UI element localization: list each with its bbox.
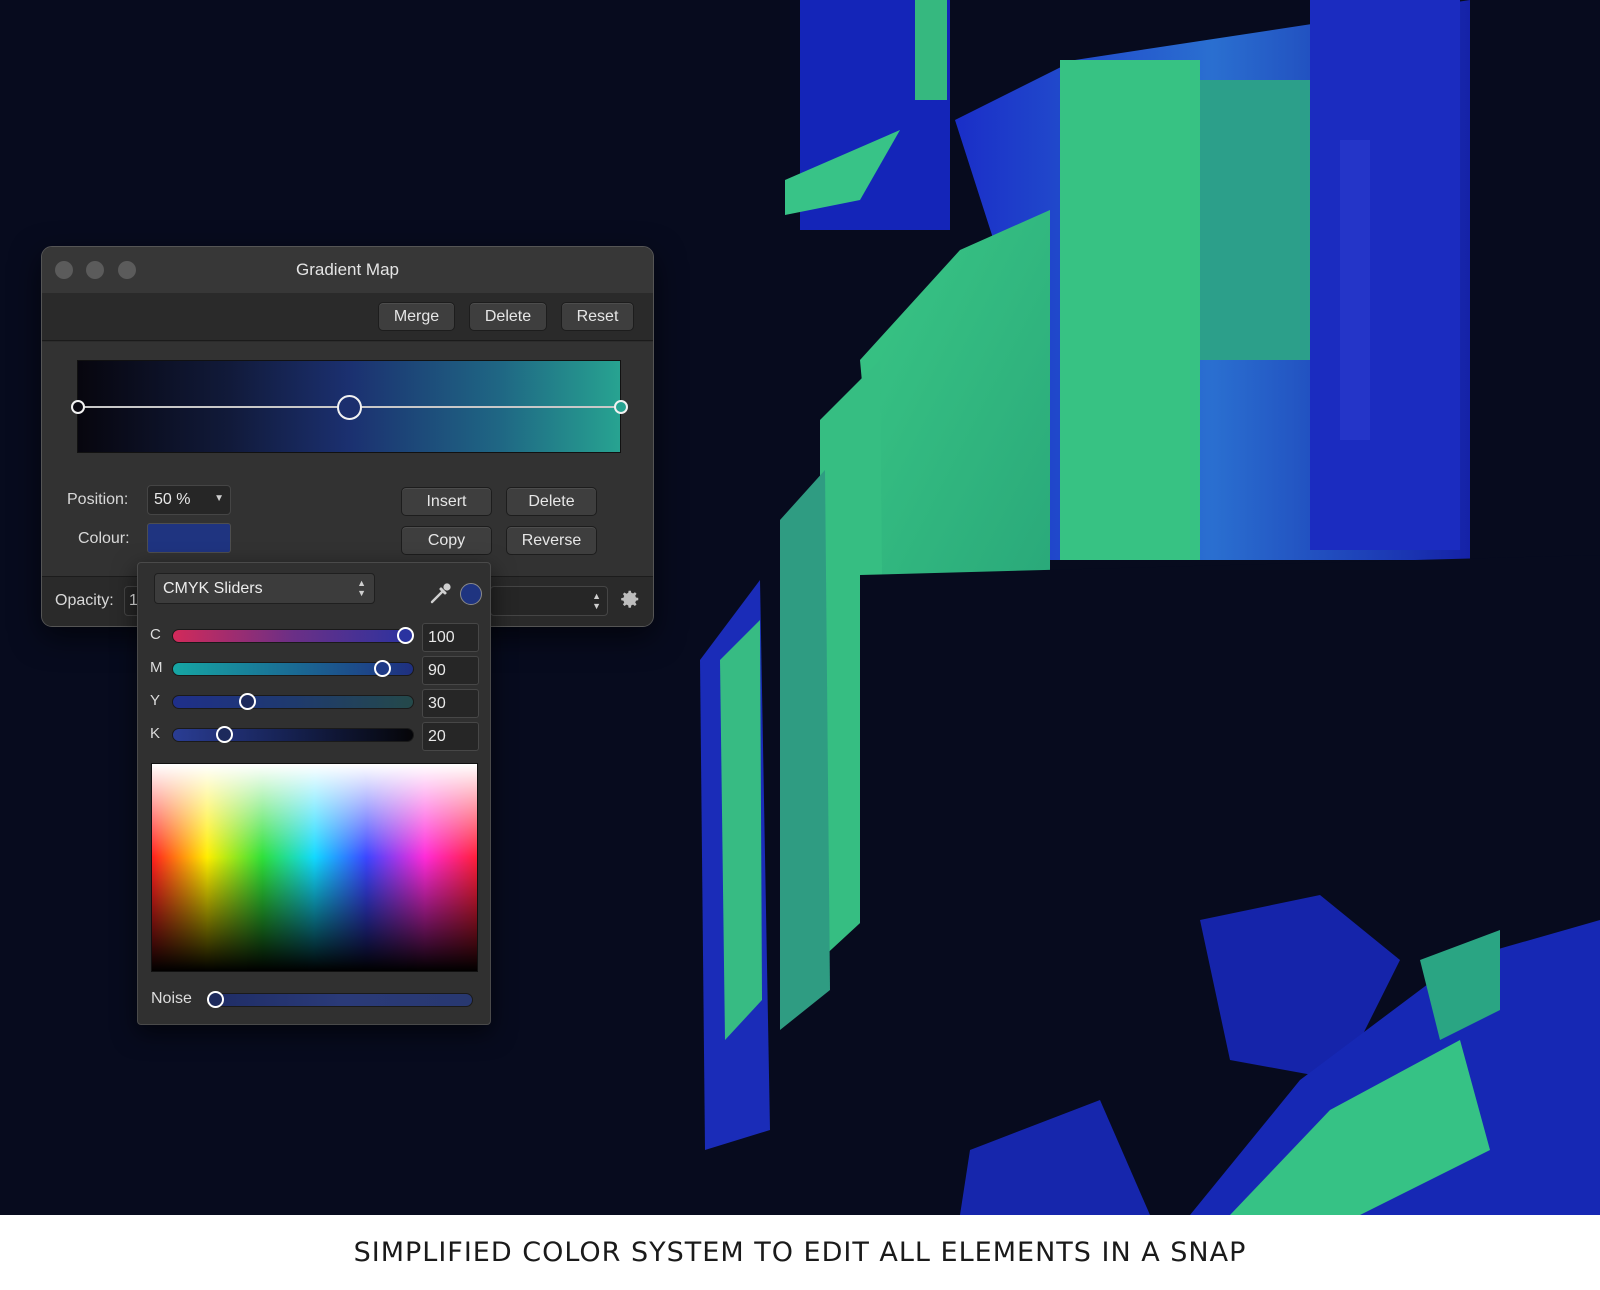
colour-spectrum-picker[interactable] (151, 763, 478, 972)
colour-picker-popover: CMYK Sliders ▲ ▼ C 100 M 90 Y 30 K 20 Noi… (137, 562, 491, 1025)
toolbar: Merge Delete Reset (42, 293, 653, 341)
black-value[interactable]: 20 (422, 722, 479, 751)
colour-mode-select[interactable]: CMYK Sliders ▲ ▼ (154, 573, 375, 604)
colour-mode-value: CMYK Sliders (163, 579, 263, 597)
copy-button[interactable]: Copy (401, 526, 492, 555)
insert-button[interactable]: Insert (401, 487, 492, 516)
opacity-label: Opacity: (55, 592, 114, 609)
stepper-arrows-icon: ▲ ▼ (592, 591, 601, 611)
caption-banner: SIMPLIFIED COLOR SYSTEM TO EDIT ALL ELEM… (0, 1215, 1600, 1290)
yellow-label: Y (150, 692, 161, 709)
magenta-slider-knob[interactable] (374, 660, 391, 677)
black-label: K (150, 725, 161, 742)
cyan-value[interactable]: 100 (422, 623, 479, 652)
colour-label: Colour: (78, 530, 130, 547)
colour-swatch[interactable] (147, 523, 231, 553)
yellow-slider[interactable] (172, 693, 414, 710)
eyedropper-icon[interactable] (428, 580, 454, 606)
gradient-stop-end[interactable] (614, 400, 628, 414)
window-title: Gradient Map (296, 260, 399, 279)
noise-label: Noise (151, 990, 192, 1007)
reset-button[interactable]: Reset (561, 302, 634, 331)
cyan-slider-knob[interactable] (397, 627, 414, 644)
gradient-bar[interactable] (71, 360, 628, 453)
delete-button[interactable]: Delete (469, 302, 547, 331)
caption-text: SIMPLIFIED COLOR SYSTEM TO EDIT ALL ELEM… (353, 1237, 1247, 1268)
black-slider[interactable] (172, 726, 414, 743)
magenta-label: M (150, 659, 163, 676)
delete-stop-button[interactable]: Delete (506, 487, 597, 516)
current-colour-indicator (460, 583, 482, 605)
position-dropdown[interactable]: 50 % ▼ (147, 485, 231, 515)
reverse-button[interactable]: Reverse (506, 526, 597, 555)
position-value: 50 % (154, 491, 191, 508)
yellow-value[interactable]: 30 (422, 689, 479, 718)
magenta-slider[interactable] (172, 660, 414, 677)
title-bar[interactable]: Gradient Map (42, 247, 653, 293)
gradient-stop-mid[interactable] (337, 395, 362, 420)
cyan-slider[interactable] (172, 627, 414, 644)
merge-button[interactable]: Merge (378, 302, 455, 331)
magenta-value[interactable]: 90 (422, 656, 479, 685)
noise-slider-knob[interactable] (207, 991, 224, 1008)
gradient-stop-start[interactable] (71, 400, 85, 414)
noise-slider[interactable] (207, 991, 473, 1008)
chevron-down-icon: ▼ (214, 493, 224, 504)
blend-mode-select[interactable]: ▲ ▼ (490, 586, 608, 616)
yellow-slider-knob[interactable] (239, 693, 256, 710)
black-slider-knob[interactable] (216, 726, 233, 743)
gear-icon[interactable] (619, 588, 641, 610)
position-label: Position: (67, 491, 129, 508)
cyan-label: C (150, 626, 161, 643)
stepper-arrows-icon: ▲ ▼ (357, 578, 366, 598)
